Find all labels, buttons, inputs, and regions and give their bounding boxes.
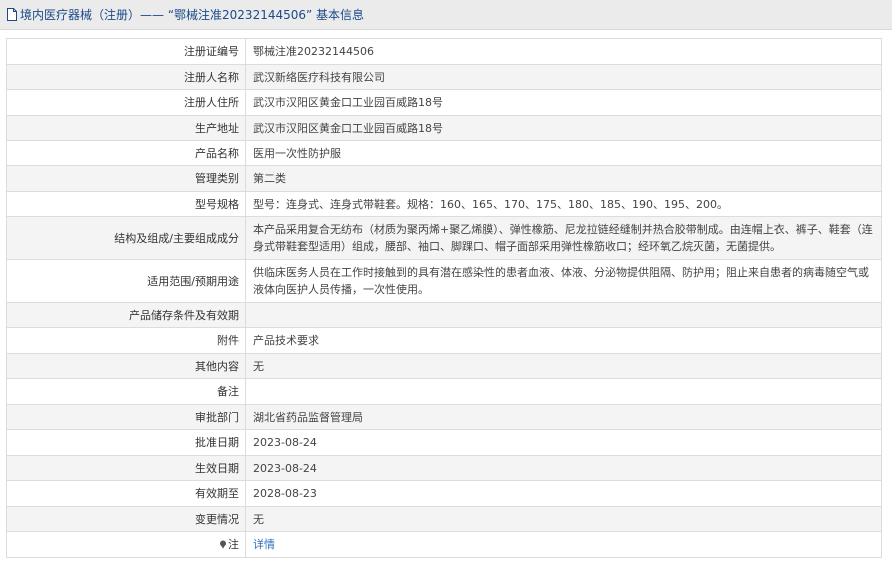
- table-row: 审批部门 湖北省药品监督管理局: [6, 404, 882, 430]
- row-value-production-address: 武汉市汉阳区黄金口工业园百威路18号: [245, 115, 882, 141]
- table-row: 产品名称 医用一次性防护服: [6, 140, 882, 166]
- row-label-remarks: 备注: [6, 378, 246, 405]
- table-row: 适用范围/预期用途 供临床医务人员在工作时接触到的具有潜在感染性的患者血液、体液…: [6, 259, 882, 303]
- row-label-storage-validity: 产品储存条件及有效期: [6, 302, 246, 328]
- row-label-registration-number: 注册证编号: [6, 38, 246, 65]
- table-row: 备注: [6, 378, 882, 405]
- row-value-registrant-address: 武汉市汉阳区黄金口工业园百威路18号: [245, 89, 882, 116]
- document-icon: [6, 8, 18, 21]
- table-row: 注册人名称 武汉新络医疗科技有限公司: [6, 64, 882, 90]
- table-row: 注册人住所 武汉市汉阳区黄金口工业园百威路18号: [6, 89, 882, 116]
- row-label-approval-department: 审批部门: [6, 404, 246, 430]
- row-value-model-spec: 型号：连身式、连身式带鞋套。规格：160、165、170、175、180、185…: [245, 191, 882, 217]
- page-title: 境内医疗器械（注册）—— “鄂械注准20232144506” 基本信息: [20, 8, 365, 22]
- row-label-model-spec: 型号规格: [6, 191, 246, 217]
- row-label-management-category: 管理类别: [6, 165, 246, 192]
- row-label-production-address: 生产地址: [6, 115, 246, 141]
- row-value-remarks: [245, 378, 882, 405]
- row-label-expiry-date: 有效期至: [6, 480, 246, 507]
- row-value-approval-department: 湖北省药品监督管理局: [245, 404, 882, 430]
- table-row: 注册证编号 鄂械注准20232144506: [6, 38, 882, 65]
- row-label-note: 注: [6, 531, 246, 558]
- page-header: 境内医疗器械（注册）—— “鄂械注准20232144506” 基本信息: [0, 0, 892, 30]
- row-label-intended-use: 适用范围/预期用途: [6, 259, 246, 303]
- row-value-management-category: 第二类: [245, 165, 882, 192]
- row-label-registrant-address: 注册人住所: [6, 89, 246, 116]
- table-row: 附件 产品技术要求: [6, 327, 882, 354]
- table-row: 生产地址 武汉市汉阳区黄金口工业园百威路18号: [6, 115, 882, 141]
- row-value-change-status: 无: [245, 506, 882, 532]
- table-row: 产品储存条件及有效期: [6, 302, 882, 328]
- row-label-approval-date: 批准日期: [6, 429, 246, 456]
- table-row: 管理类别 第二类: [6, 165, 882, 192]
- row-value-note: 详情: [245, 531, 882, 558]
- row-label-effective-date: 生效日期: [6, 455, 246, 481]
- table-row: 型号规格 型号：连身式、连身式带鞋套。规格：160、165、170、175、18…: [6, 191, 882, 217]
- row-value-storage-validity: [245, 302, 882, 328]
- row-value-product-name: 医用一次性防护服: [245, 140, 882, 166]
- table-row: 生效日期 2023-08-24: [6, 455, 882, 481]
- row-value-intended-use: 供临床医务人员在工作时接触到的具有潜在感染性的患者血液、体液、分泌物提供阻隔、防…: [245, 259, 882, 303]
- row-value-registration-number: 鄂械注准20232144506: [245, 38, 882, 65]
- row-value-attachment: 产品技术要求: [245, 327, 882, 354]
- registration-info-table: 注册证编号 鄂械注准20232144506 注册人名称 武汉新络医疗科技有限公司…: [6, 38, 882, 558]
- row-label-product-name: 产品名称: [6, 140, 246, 166]
- row-value-structure-composition: 本产品采用复合无纺布（材质为聚丙烯+聚乙烯膜）、弹性橡筋、尼龙拉链经缝制并热合胶…: [245, 216, 882, 260]
- row-value-approval-date: 2023-08-24: [245, 429, 882, 456]
- table-row: 变更情况 无: [6, 506, 882, 532]
- row-label-other-content: 其他内容: [6, 353, 246, 379]
- pin-icon: [219, 537, 227, 549]
- row-value-registrant-name: 武汉新络医疗科技有限公司: [245, 64, 882, 90]
- note-label-text: 注: [228, 538, 239, 551]
- table-row: 批准日期 2023-08-24: [6, 429, 882, 456]
- table-row: 结构及组成/主要组成成分 本产品采用复合无纺布（材质为聚丙烯+聚乙烯膜）、弹性橡…: [6, 216, 882, 260]
- row-label-attachment: 附件: [6, 327, 246, 354]
- row-value-expiry-date: 2028-08-23: [245, 480, 882, 507]
- row-value-effective-date: 2023-08-24: [245, 455, 882, 481]
- table-row: 注 详情: [6, 531, 882, 558]
- row-label-registrant-name: 注册人名称: [6, 64, 246, 90]
- row-label-structure-composition: 结构及组成/主要组成成分: [6, 216, 246, 260]
- details-link[interactable]: 详情: [253, 538, 275, 551]
- row-label-change-status: 变更情况: [6, 506, 246, 532]
- row-value-other-content: 无: [245, 353, 882, 379]
- table-row: 其他内容 无: [6, 353, 882, 379]
- table-row: 有效期至 2028-08-23: [6, 480, 882, 507]
